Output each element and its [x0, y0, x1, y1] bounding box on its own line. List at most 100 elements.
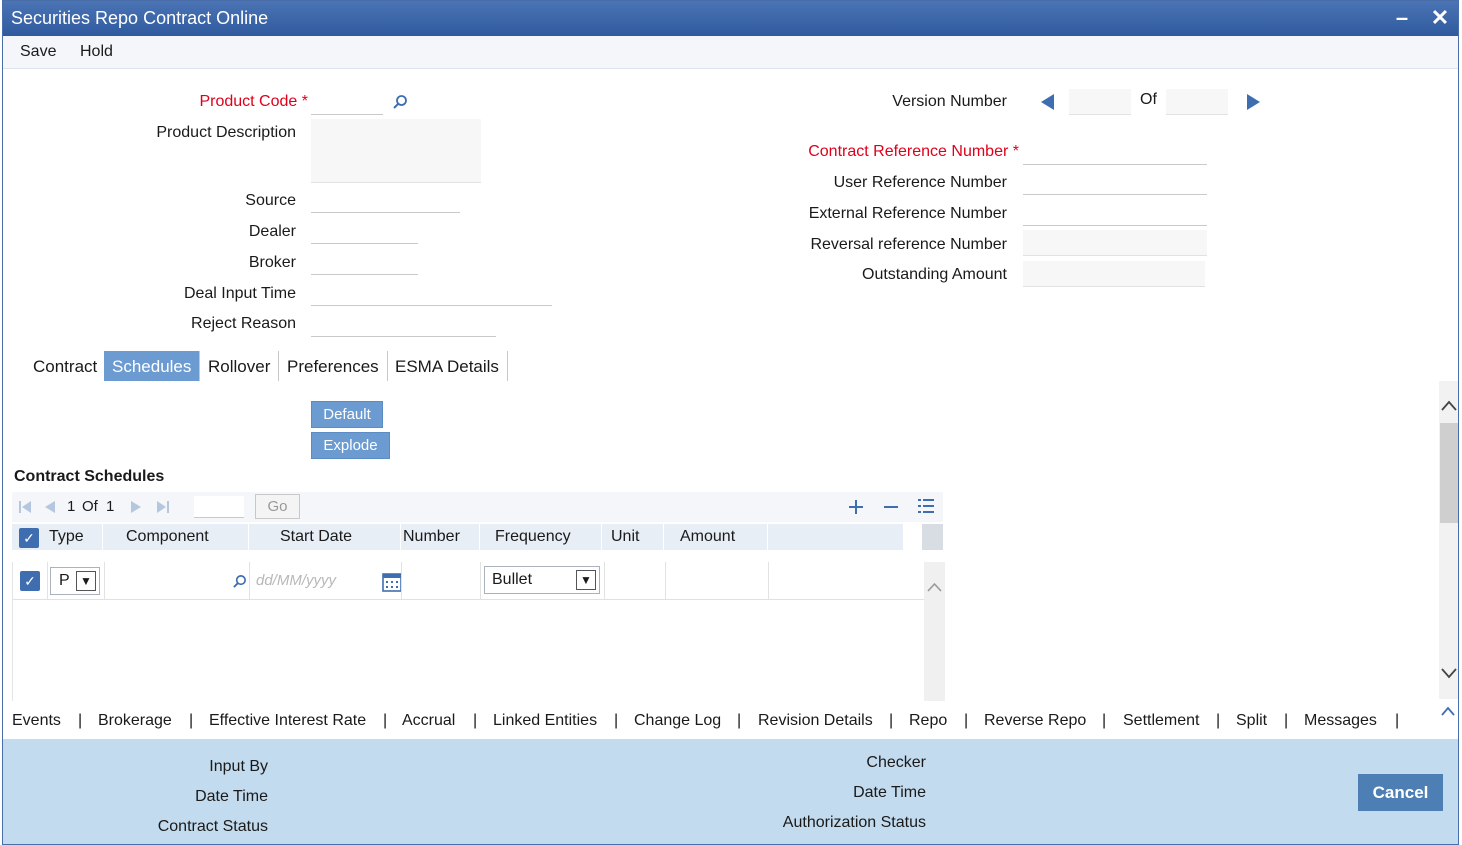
- previous-version-icon[interactable]: [1040, 93, 1056, 111]
- frequency-select[interactable]: Bullet ▼: [484, 566, 600, 594]
- default-button[interactable]: Default: [311, 401, 383, 428]
- amount-input[interactable]: [669, 568, 764, 594]
- audit-footer: Input By Date Time Contract Status Check…: [3, 739, 1458, 844]
- checker-date-time-label: Date Time: [853, 784, 926, 801]
- close-icon[interactable]: ✕: [1427, 5, 1453, 31]
- user-reference-input[interactable]: [1023, 169, 1207, 195]
- link-brokerage[interactable]: Brokerage: [98, 712, 172, 730]
- cell-divider: [104, 562, 105, 600]
- unit-input[interactable]: [608, 568, 660, 594]
- next-version-icon[interactable]: [1245, 93, 1261, 111]
- window-title: Securities Repo Contract Online: [11, 8, 269, 28]
- page-number-input[interactable]: [194, 496, 244, 518]
- link-separator: |: [889, 712, 894, 729]
- link-linked-entities[interactable]: Linked Entities: [493, 712, 597, 730]
- pager-current: 1: [67, 498, 76, 515]
- grid-toolbar: 1 Of 1 Go: [12, 492, 943, 522]
- tab-preferences[interactable]: Preferences: [279, 351, 388, 381]
- link-separator: |: [614, 712, 619, 729]
- type-select[interactable]: P ▼: [50, 567, 100, 595]
- go-button[interactable]: Go: [255, 494, 300, 519]
- pager-of: Of: [82, 498, 98, 515]
- tab-esma-details[interactable]: ESMA Details: [387, 351, 508, 381]
- reversal-reference-field: [1023, 230, 1207, 256]
- reject-reason-label: Reject Reason: [191, 315, 296, 332]
- start-date-input[interactable]: dd/MM/yyyy: [256, 572, 336, 589]
- last-page-icon[interactable]: [156, 500, 170, 514]
- reject-reason-input[interactable]: [311, 311, 496, 337]
- header-divider: [479, 524, 480, 550]
- save-button[interactable]: Save: [20, 43, 56, 61]
- title-bar: Securities Repo Contract Online – ✕: [3, 1, 1458, 36]
- external-reference-input[interactable]: [1023, 200, 1207, 226]
- link-separator: |: [1395, 712, 1400, 729]
- select-all-checkbox[interactable]: ✓: [19, 528, 39, 548]
- tab-contract[interactable]: Contract: [25, 351, 107, 381]
- link-separator: |: [78, 712, 83, 729]
- version-number-label: Version Number: [892, 93, 1007, 110]
- component-input[interactable]: [108, 568, 226, 594]
- link-repo[interactable]: Repo: [909, 712, 947, 730]
- broker-input[interactable]: [311, 249, 418, 275]
- scrollbar-thumb[interactable]: [1440, 423, 1458, 523]
- number-input[interactable]: [405, 568, 477, 594]
- link-split[interactable]: Split: [1236, 712, 1267, 730]
- grid-header: ✓ Type Component Start Date Number Frequ…: [12, 524, 903, 550]
- deal-input-time-input[interactable]: [311, 280, 552, 306]
- header-divider: [102, 524, 103, 550]
- link-effective-interest-rate[interactable]: Effective Interest Rate: [209, 712, 366, 730]
- dealer-input[interactable]: [311, 218, 418, 244]
- source-input[interactable]: [311, 187, 460, 213]
- hold-button[interactable]: Hold: [80, 43, 113, 61]
- chevron-up-icon[interactable]: [927, 582, 942, 592]
- previous-page-icon[interactable]: [43, 500, 57, 514]
- link-events[interactable]: Events: [12, 712, 61, 730]
- tab-rollover[interactable]: Rollover: [200, 351, 280, 381]
- cell-divider: [480, 562, 481, 600]
- next-page-icon[interactable]: [129, 500, 143, 514]
- tab-schedules[interactable]: Schedules: [104, 351, 201, 381]
- link-separator: |: [473, 712, 478, 729]
- link-messages[interactable]: Messages: [1304, 712, 1377, 730]
- link-settlement[interactable]: Settlement: [1123, 712, 1199, 730]
- link-revision-details[interactable]: Revision Details: [758, 712, 873, 730]
- grid-scrollbar[interactable]: [924, 562, 945, 701]
- link-separator: |: [1102, 712, 1107, 729]
- calendar-icon[interactable]: [382, 572, 402, 592]
- minimize-icon[interactable]: –: [1389, 5, 1415, 31]
- chevron-up-icon[interactable]: [1441, 400, 1457, 412]
- explode-button[interactable]: Explode: [311, 432, 390, 459]
- chevron-down-icon[interactable]: [1441, 667, 1457, 679]
- outstanding-amount-label: Outstanding Amount: [862, 266, 1007, 283]
- delete-row-icon[interactable]: [884, 500, 898, 514]
- pager-total: 1: [106, 498, 115, 515]
- cell-divider: [47, 562, 48, 600]
- page-scrollbar[interactable]: [1439, 381, 1458, 699]
- chevron-up-icon[interactable]: [1441, 706, 1455, 716]
- product-code-input[interactable]: [311, 89, 383, 115]
- add-row-icon[interactable]: [849, 500, 863, 514]
- link-change-log[interactable]: Change Log: [634, 712, 721, 730]
- chevron-down-icon: ▼: [576, 570, 596, 590]
- cell-divider: [665, 562, 666, 600]
- column-number: Number: [403, 528, 460, 545]
- link-accrual[interactable]: Accrual: [402, 712, 455, 730]
- link-reverse-repo[interactable]: Reverse Repo: [984, 712, 1086, 730]
- product-code-label: Product Code *: [199, 93, 308, 110]
- column-unit: Unit: [611, 528, 640, 545]
- search-icon[interactable]: [392, 94, 408, 110]
- contract-reference-input[interactable]: [1023, 139, 1207, 165]
- contract-schedules-title: Contract Schedules: [14, 468, 165, 485]
- first-page-icon[interactable]: [18, 500, 32, 514]
- table-row[interactable]: ✓ P ▼ dd/MM/yyyy Bullet ▼: [13, 562, 925, 600]
- row-checkbox[interactable]: ✓: [20, 571, 40, 591]
- search-icon[interactable]: [232, 574, 247, 589]
- contract-status-label: Contract Status: [157, 818, 268, 835]
- checker-label: Checker: [866, 754, 926, 771]
- header-divider: [601, 524, 602, 550]
- cancel-button[interactable]: Cancel: [1358, 774, 1443, 811]
- column-start-date: Start Date: [280, 528, 353, 545]
- single-view-icon[interactable]: [918, 498, 934, 514]
- user-reference-label: User Reference Number: [833, 174, 1007, 191]
- version-number-field: [1069, 89, 1131, 115]
